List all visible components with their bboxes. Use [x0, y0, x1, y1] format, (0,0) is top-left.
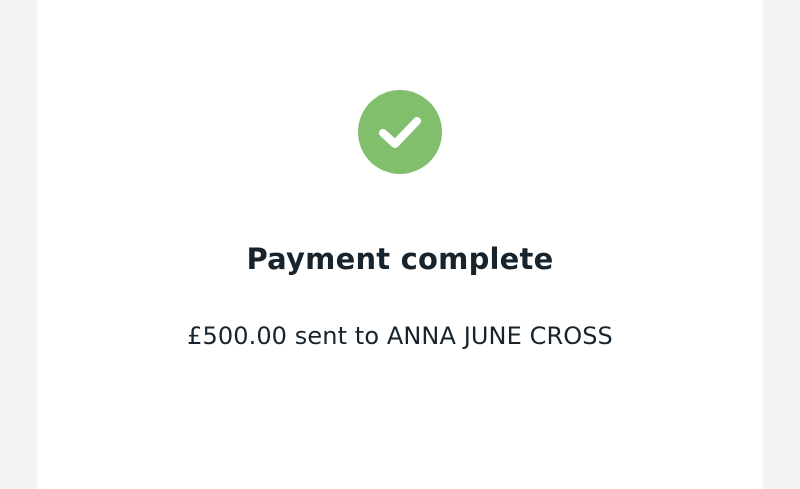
check-circle-icon: [358, 90, 442, 174]
page-title: Payment complete: [246, 242, 554, 276]
confirmation-card: Payment complete £500.00 sent to ANNA JU…: [37, 0, 763, 489]
page: Payment complete £500.00 sent to ANNA JU…: [0, 0, 800, 489]
checkmark-icon: [379, 117, 421, 148]
payment-summary: £500.00 sent to ANNA JUNE CROSS: [187, 322, 613, 350]
